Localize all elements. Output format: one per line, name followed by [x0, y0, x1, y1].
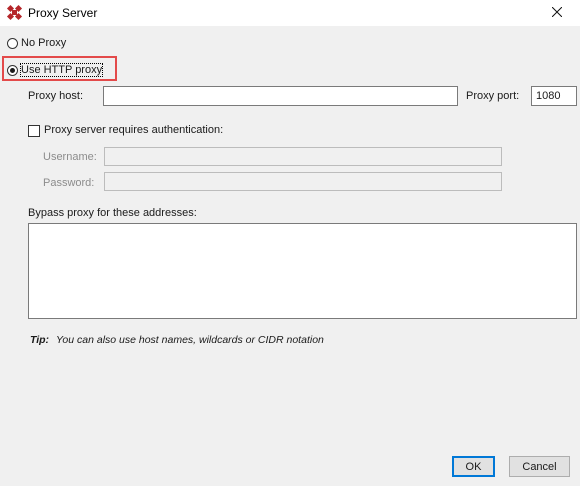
requires-auth-label: Proxy server requires authentication: [44, 124, 224, 136]
ok-button[interactable]: OK [452, 456, 495, 477]
proxy-host-label: Proxy host: [28, 90, 84, 102]
bypass-textarea[interactable] [28, 223, 577, 319]
proxy-port-input[interactable]: 1080 [531, 86, 577, 106]
use-http-proxy-label: Use HTTP proxy [19, 63, 104, 77]
username-label: Username: [43, 151, 97, 163]
close-button[interactable] [534, 0, 580, 26]
proxy-port-label: Proxy port: [466, 90, 520, 102]
close-icon [551, 6, 563, 20]
password-input[interactable] [104, 172, 502, 191]
tip-message: You can also use host names, wildcards o… [55, 334, 324, 346]
no-proxy-label: No Proxy [21, 37, 67, 49]
no-proxy-option[interactable]: No Proxy [7, 37, 66, 49]
no-proxy-radio[interactable] [7, 37, 18, 49]
tip-text: Tip: You can also use host names, wildca… [30, 334, 324, 346]
use-http-proxy-radio[interactable] [7, 64, 18, 76]
window-title: Proxy Server [28, 6, 98, 20]
cancel-button[interactable]: Cancel [509, 456, 570, 477]
requires-auth-checkbox[interactable] [28, 125, 40, 137]
username-input[interactable] [104, 147, 502, 166]
proxy-host-input[interactable] [103, 86, 458, 106]
password-label: Password: [43, 177, 95, 189]
tip-prefix: Tip: [30, 334, 50, 346]
title-bar: Proxy Server [0, 0, 580, 26]
app-logo-icon [6, 4, 23, 21]
bypass-label: Bypass proxy for these addresses: [28, 207, 197, 219]
use-http-proxy-option[interactable]: Use HTTP proxy [7, 63, 104, 77]
